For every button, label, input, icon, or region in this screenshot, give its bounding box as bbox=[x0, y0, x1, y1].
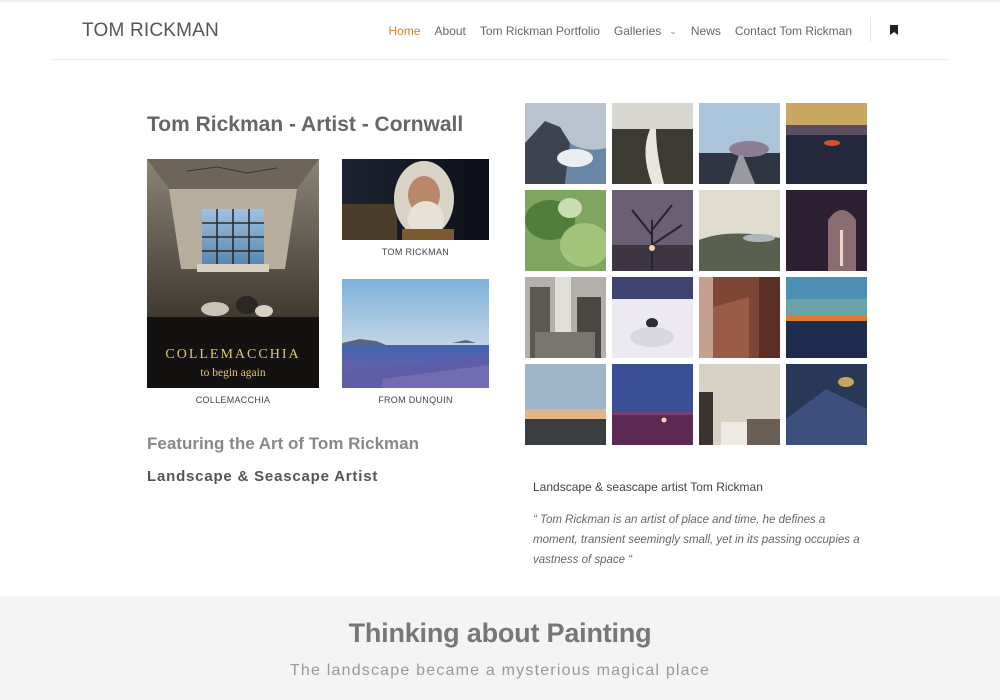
nav-item-portfolio[interactable]: Tom Rickman Portfolio bbox=[480, 24, 600, 38]
portrait-card[interactable]: TOM RICKMAN bbox=[342, 159, 489, 259]
main-nav: Home About Tom Rickman Portfolio Galleri… bbox=[375, 24, 853, 38]
gallery-tile[interactable] bbox=[612, 103, 693, 184]
portrait-caption[interactable]: TOM RICKMAN bbox=[342, 247, 489, 257]
gallery-tile[interactable] bbox=[699, 277, 780, 358]
featuring-heading: Featuring the Art of Tom Rickman bbox=[147, 434, 420, 453]
gallery-tile[interactable] bbox=[786, 277, 867, 358]
gallery-tile[interactable] bbox=[612, 364, 693, 445]
dunquin-caption[interactable]: FROM DUNQUIN bbox=[342, 395, 489, 405]
portrait-art bbox=[342, 159, 489, 240]
nav-item-home[interactable]: Home bbox=[389, 24, 421, 38]
nav-item-news[interactable]: News bbox=[691, 24, 721, 38]
nav-item-contact[interactable]: Contact Tom Rickman bbox=[735, 24, 852, 38]
gallery-grid bbox=[525, 103, 868, 445]
gallery-tile[interactable] bbox=[786, 364, 867, 445]
gallery-tile[interactable] bbox=[525, 364, 606, 445]
band-subtitle: The landscape became a mysterious magica… bbox=[289, 662, 711, 679]
nav-separator bbox=[870, 18, 871, 42]
gallery-tile[interactable] bbox=[699, 103, 780, 184]
gallery-tile[interactable] bbox=[525, 103, 606, 184]
dunquin-art bbox=[342, 279, 489, 388]
dunquin-image[interactable] bbox=[342, 279, 489, 388]
bookmark-icon[interactable] bbox=[890, 25, 898, 35]
gallery-tile[interactable] bbox=[525, 277, 606, 358]
featuring-subheading: Landscape & Seascape Artist bbox=[147, 468, 379, 485]
gallery-tile[interactable] bbox=[699, 190, 780, 271]
book-cover-image[interactable]: COLLEMACCHIA to begin again bbox=[147, 159, 319, 388]
gallery-tile[interactable] bbox=[612, 190, 693, 271]
gallery-tile[interactable] bbox=[612, 277, 693, 358]
artist-quote: “ Tom Rickman is an artist of place and … bbox=[533, 514, 860, 566]
nav-item-galleries[interactable]: Galleries ⌄ bbox=[614, 24, 677, 38]
nav-item-galleries-label: Galleries bbox=[613, 24, 662, 38]
nav-item-about[interactable]: About bbox=[435, 24, 466, 38]
band-title: Thinking about Painting bbox=[348, 618, 652, 648]
chevron-down-icon[interactable]: ⌄ bbox=[669, 26, 677, 37]
gallery-tile[interactable] bbox=[786, 103, 867, 184]
book-caption[interactable]: COLLEMACCHIA bbox=[147, 395, 319, 405]
artist-description: Landscape & seascape artist Tom Rickman bbox=[533, 480, 763, 494]
book-card[interactable]: COLLEMACCHIA to begin again COLLEMACCHIA bbox=[147, 159, 319, 411]
gallery-tile[interactable] bbox=[699, 364, 780, 445]
book-cover-title: COLLEMACCHIA bbox=[165, 347, 300, 362]
site-logo[interactable]: TOM RICKMAN bbox=[82, 20, 219, 42]
gallery-tile[interactable] bbox=[525, 190, 606, 271]
site-header: TOM RICKMAN Home About Tom Rickman Portf… bbox=[52, 0, 948, 60]
page-title: Tom Rickman - Artist - Cornwall bbox=[147, 113, 464, 136]
gallery-tile[interactable] bbox=[786, 190, 867, 271]
book-cover-subtitle: to begin again bbox=[200, 367, 265, 379]
dunquin-card[interactable]: FROM DUNQUIN bbox=[342, 279, 489, 411]
portrait-image[interactable] bbox=[342, 159, 489, 240]
book-cover-art: COLLEMACCHIA to begin again bbox=[147, 159, 319, 388]
